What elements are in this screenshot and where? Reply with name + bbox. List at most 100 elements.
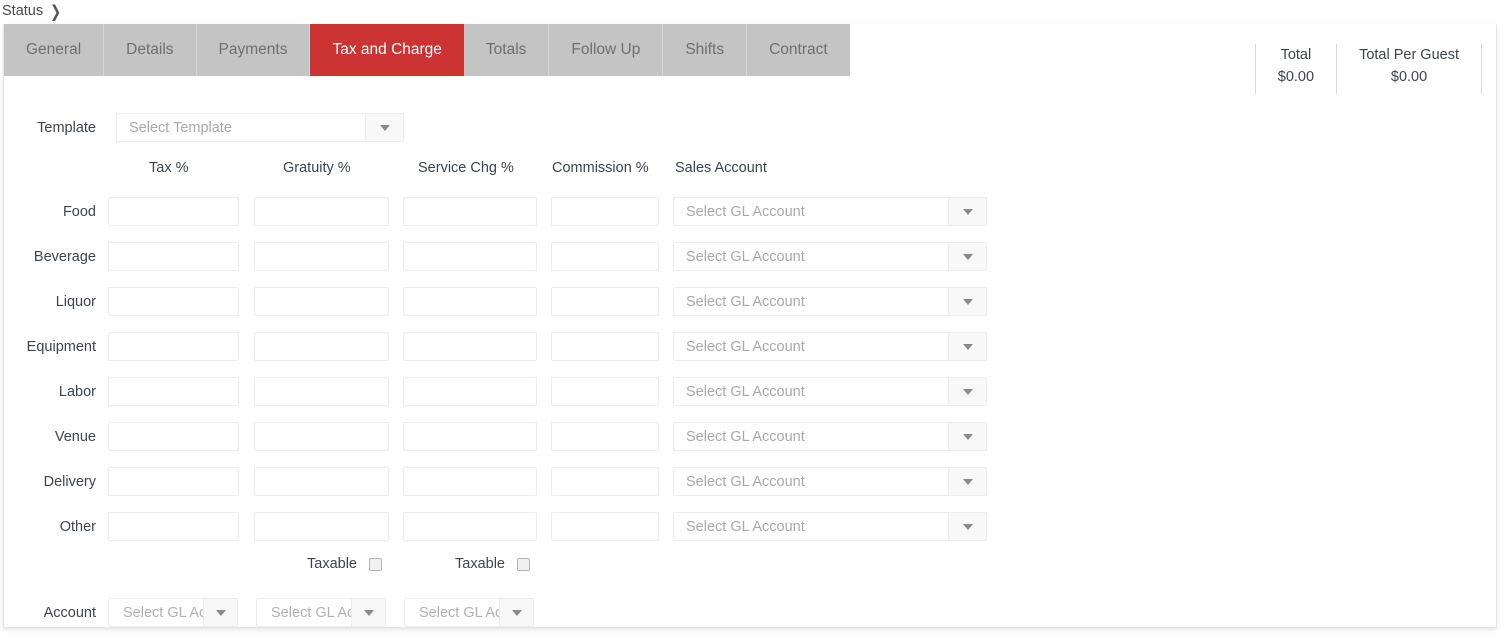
column-header-gratuity: Gratuity % [283, 160, 351, 176]
chevron-down-icon[interactable] [948, 198, 986, 225]
tab-general[interactable]: General [4, 24, 105, 76]
input-beverage-tax[interactable] [108, 242, 239, 271]
input-delivery-tax[interactable] [108, 467, 239, 496]
input-delivery-commission[interactable] [551, 467, 659, 496]
chevron-down-icon[interactable] [948, 423, 986, 450]
template-row: Template Select Template [4, 113, 404, 142]
select-venue-sales-account-value: Select GL Account [686, 428, 805, 445]
tab-payments-label: Payments [218, 41, 288, 58]
chevron-down-icon[interactable] [365, 114, 403, 141]
input-venue-service[interactable] [403, 422, 537, 451]
input-food-service[interactable] [403, 197, 537, 226]
input-venue-commission[interactable] [551, 422, 659, 451]
breadcrumb: Status ❯ [2, 0, 61, 22]
template-select-value: Select Template [129, 119, 232, 136]
account-label: Account [43, 605, 96, 621]
taxable-service-checkbox[interactable] [516, 557, 530, 571]
input-venue-gratuity[interactable] [254, 422, 389, 451]
input-liquor-service[interactable] [403, 287, 537, 316]
tab-totals[interactable]: Totals [463, 24, 550, 76]
input-delivery-service[interactable] [403, 467, 537, 496]
input-venue-tax[interactable] [108, 422, 239, 451]
column-header-commission: Commission % [552, 160, 649, 176]
select-venue-sales-account[interactable]: Select GL Account [673, 422, 987, 451]
input-liquor-tax[interactable] [108, 287, 239, 316]
input-labor-gratuity[interactable] [254, 377, 389, 406]
select-food-sales-account[interactable]: Select GL Account [673, 197, 987, 226]
row-label-other: Other [59, 519, 96, 535]
row-label-food: Food [62, 204, 96, 220]
input-food-gratuity[interactable] [254, 197, 389, 226]
tab-details-label: Details [126, 41, 174, 58]
chevron-down-icon[interactable] [499, 599, 533, 626]
tab-follow-up[interactable]: Follow Up [549, 24, 664, 76]
tab-tax-and-charge[interactable]: Tax and Charge [310, 24, 464, 76]
tax-and-charge-form: Template Select Template Tax % Gratuity … [4, 76, 1496, 627]
input-equipment-tax[interactable] [108, 332, 239, 361]
select-labor-sales-account[interactable]: Select GL Account [673, 377, 987, 406]
tab-details[interactable]: Details [104, 24, 197, 76]
breadcrumb-item-status[interactable]: Status [2, 3, 43, 19]
tab-payments[interactable]: Payments [196, 24, 311, 76]
chevron-down-icon[interactable] [203, 599, 237, 626]
select-delivery-sales-account-value: Select GL Account [686, 473, 805, 490]
input-food-commission[interactable] [551, 197, 659, 226]
select-labor-sales-account-value: Select GL Account [686, 383, 805, 400]
input-labor-commission[interactable] [551, 377, 659, 406]
select-other-sales-account-value: Select GL Account [686, 518, 805, 535]
select-tax-account-value: Select GL Account [123, 604, 203, 621]
input-delivery-gratuity[interactable] [254, 467, 389, 496]
input-other-commission[interactable] [551, 512, 659, 541]
chevron-down-icon[interactable] [948, 378, 986, 405]
chevron-down-icon[interactable] [948, 333, 986, 360]
total-label: Total [1280, 47, 1312, 63]
select-gratuity-account[interactable]: Select GL Account [256, 598, 386, 627]
select-liquor-sales-account[interactable]: Select GL Account [673, 287, 987, 316]
select-equipment-sales-account[interactable]: Select GL Account [673, 332, 987, 361]
taxable-gratuity-label: Taxable [307, 556, 357, 572]
select-tax-account[interactable]: Select GL Account [108, 598, 238, 627]
input-equipment-commission[interactable] [551, 332, 659, 361]
column-header-tax: Tax % [149, 160, 189, 176]
tax-and-charge-page: Status ❯ General Details Payments Tax an… [0, 0, 1511, 640]
input-liquor-commission[interactable] [551, 287, 659, 316]
row-label-venue: Venue [54, 429, 96, 445]
input-beverage-gratuity[interactable] [254, 242, 389, 271]
tab-shifts-label: Shifts [685, 41, 725, 58]
input-liquor-gratuity[interactable] [254, 287, 389, 316]
input-food-tax[interactable] [108, 197, 239, 226]
taxable-service-group: Taxable [455, 556, 530, 572]
input-equipment-gratuity[interactable] [254, 332, 389, 361]
input-labor-tax[interactable] [108, 377, 239, 406]
select-other-sales-account[interactable]: Select GL Account [673, 512, 987, 541]
taxable-service-label: Taxable [455, 556, 505, 572]
select-beverage-sales-account[interactable]: Select GL Account [673, 242, 987, 271]
tab-general-label: General [26, 41, 82, 58]
select-service-account[interactable]: Select GL Account [404, 598, 534, 627]
chevron-down-icon[interactable] [948, 468, 986, 495]
input-other-gratuity[interactable] [254, 512, 389, 541]
tab-contract[interactable]: Contract [747, 24, 850, 76]
column-header-service-chg: Service Chg % [418, 160, 514, 176]
tab-follow-up-label: Follow Up [571, 41, 641, 58]
input-equipment-service[interactable] [403, 332, 537, 361]
row-label-delivery: Delivery [43, 474, 96, 490]
chevron-down-icon[interactable] [351, 599, 385, 626]
input-beverage-commission[interactable] [551, 242, 659, 271]
select-delivery-sales-account[interactable]: Select GL Account [673, 467, 987, 496]
input-beverage-service[interactable] [403, 242, 537, 271]
input-labor-service[interactable] [403, 377, 537, 406]
input-other-service[interactable] [403, 512, 537, 541]
select-food-sales-account-value: Select GL Account [686, 203, 805, 220]
chevron-down-icon[interactable] [948, 243, 986, 270]
chevron-down-icon[interactable] [948, 513, 986, 540]
taxable-gratuity-checkbox[interactable] [368, 557, 382, 571]
template-label: Template [37, 119, 96, 136]
select-service-account-value: Select GL Account [419, 604, 499, 621]
template-select[interactable]: Select Template [116, 113, 404, 142]
chevron-down-icon[interactable] [948, 288, 986, 315]
row-label-liquor: Liquor [55, 294, 96, 310]
input-other-tax[interactable] [108, 512, 239, 541]
tab-bar: General Details Payments Tax and Charge … [4, 24, 850, 76]
tab-shifts[interactable]: Shifts [663, 24, 748, 76]
